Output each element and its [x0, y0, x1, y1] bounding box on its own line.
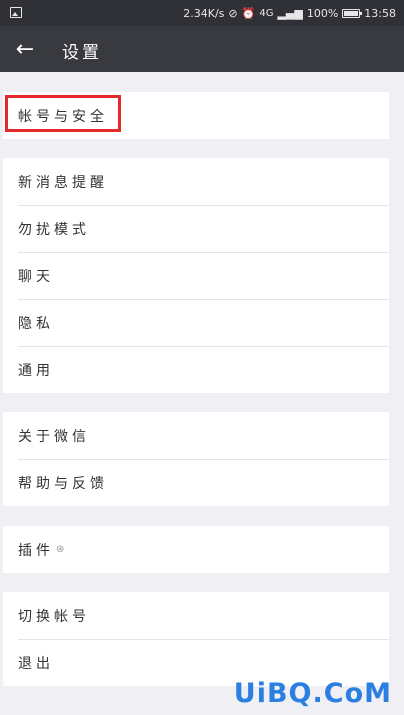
watermark-logo: UiBQ.CoM — [233, 678, 392, 709]
group-plugins: 插件 ⊛ — [3, 526, 389, 573]
group-about: 关于微信 帮助与反馈 — [3, 412, 389, 506]
settings-item-label: 新消息提醒 — [18, 174, 108, 191]
back-arrow-icon[interactable]: ← — [10, 34, 40, 64]
settings-item-label: 切换帐号 — [18, 608, 90, 625]
group-logout: 切换帐号 退出 — [3, 592, 389, 686]
settings-item-do-not-disturb[interactable]: 勿扰模式 — [3, 205, 389, 252]
settings-item-chats[interactable]: 聊天 — [3, 252, 389, 299]
battery-icon — [342, 8, 363, 18]
status-right: 2.34K/s ⊘ ⏰ 4G ▂▄▆ 100% 13:58 — [183, 0, 396, 26]
settings-item-label: 帮助与反馈 — [18, 475, 108, 492]
settings-item-new-message-alerts[interactable]: 新消息提醒 — [3, 158, 389, 205]
clock: 13:58 — [364, 6, 396, 20]
battery-percent: 100% — [306, 6, 339, 20]
alarm-icon: ⏰ — [241, 6, 256, 20]
settings-item-label: 关于微信 — [18, 428, 90, 445]
settings-item-plugins[interactable]: 插件 ⊛ — [3, 526, 389, 573]
settings-item-general[interactable]: 通用 — [3, 346, 389, 393]
settings-item-label: 通用 — [18, 362, 54, 379]
status-bar: 2.34K/s ⊘ ⏰ 4G ▂▄▆ 100% 13:58 — [0, 0, 404, 26]
group-account: 帐号与安全 — [3, 92, 389, 139]
settings-item-account-security[interactable]: 帐号与安全 — [3, 92, 389, 139]
network-speed: 2.34K/s — [183, 6, 225, 20]
settings-item-switch-account[interactable]: 切换帐号 — [3, 592, 389, 639]
network-type: 4G — [259, 7, 274, 19]
app-bar: ← 设置 — [0, 26, 404, 72]
settings-item-label: 帐号与安全 — [18, 108, 108, 125]
signal-icon: ▂▄▆ — [277, 6, 303, 20]
settings-item-label: 隐私 — [18, 315, 54, 332]
image-notification-icon — [10, 7, 22, 18]
page-title: 设置 — [62, 43, 102, 63]
settings-screen: 2.34K/s ⊘ ⏰ 4G ▂▄▆ 100% 13:58 ← 设置 帐号与安全… — [0, 0, 404, 715]
settings-item-label: 勿扰模式 — [18, 221, 90, 238]
shield-icon: ⊛ — [56, 544, 65, 555]
settings-item-help-feedback[interactable]: 帮助与反馈 — [3, 459, 389, 506]
settings-item-privacy[interactable]: 隐私 — [3, 299, 389, 346]
settings-item-about-wechat[interactable]: 关于微信 — [3, 412, 389, 459]
group-general: 新消息提醒 勿扰模式 聊天 隐私 通用 — [3, 158, 389, 393]
settings-item-label: 退出 — [18, 655, 54, 672]
settings-item-label: 聊天 — [18, 268, 54, 285]
settings-item-label: 插件 — [18, 542, 54, 559]
mute-icon: ⊘ — [228, 6, 238, 20]
